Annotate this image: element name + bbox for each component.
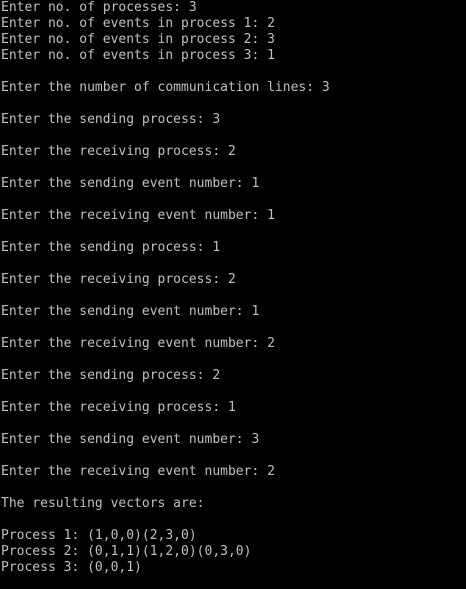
console-line: Enter the sending event number: 1 <box>1 176 260 191</box>
console-line: Enter the sending event number: 3 <box>1 432 260 447</box>
console-line: Enter the receiving process: 2 <box>1 272 236 287</box>
console-line: Enter no. of events in process 3: 1 <box>1 48 275 63</box>
console-line: Enter the receiving process: 1 <box>1 400 236 415</box>
console-line: Enter the sending process: 1 <box>1 240 221 255</box>
console-line: Enter the receiving event number: 2 <box>1 336 275 351</box>
console-line: Enter no. of events in process 1: 2 <box>1 16 275 31</box>
console-line: Process 3: (0,0,1) <box>1 560 142 575</box>
console-line: Process 2: (0,1,1)(1,2,0)(0,3,0) <box>1 544 252 559</box>
console-line: Enter the sending event number: 1 <box>1 304 260 319</box>
console-line: Enter the receiving event number: 2 <box>1 464 275 479</box>
console-line: Enter no. of events in process 2: 3 <box>1 32 275 47</box>
console-line: Enter the receiving process: 2 <box>1 144 236 159</box>
console-output[interactable]: Enter no. of processes: 3 Enter no. of e… <box>0 0 466 589</box>
console-line: Enter no. of processes: 3 <box>1 0 197 15</box>
console-line: Enter the sending process: 2 <box>1 368 221 383</box>
console-line: Enter the sending process: 3 <box>1 112 221 127</box>
console-line: The resulting vectors are: <box>1 496 205 511</box>
console-line: Enter the number of communication lines:… <box>1 80 330 95</box>
console-line: Process 1: (1,0,0)(2,3,0) <box>1 528 197 543</box>
console-line: Enter the receiving event number: 1 <box>1 208 275 223</box>
